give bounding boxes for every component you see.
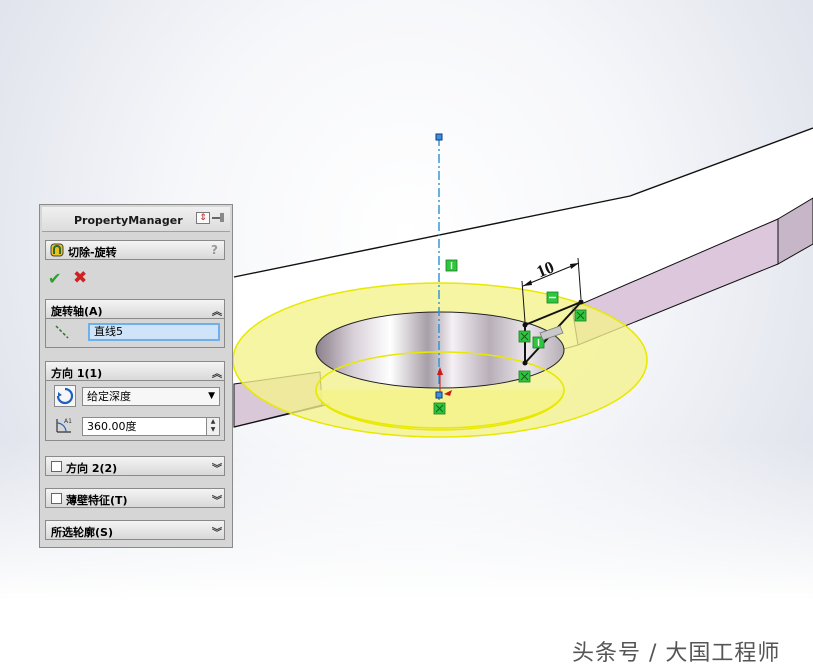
reverse-direction-button[interactable] [54, 385, 76, 407]
svg-text:A1: A1 [64, 418, 72, 425]
expand-icon[interactable]: ︾ [212, 460, 222, 475]
collapse-icon[interactable]: ︽ [212, 365, 222, 380]
end-condition-value: 给定深度 [87, 390, 131, 403]
ok-button[interactable]: ✔ [48, 269, 61, 288]
property-manager-header: PropertyManager ⇕ [42, 207, 230, 232]
thin-feature-section-header[interactable]: 薄壁特征(T) ︾ [45, 488, 225, 508]
expand-icon[interactable]: ︾ [212, 492, 222, 507]
relation-coincident-icon[interactable] [574, 309, 587, 322]
dropdown-arrow-icon: ▼ [208, 391, 215, 401]
angle-icon: A1 [56, 418, 72, 433]
direction2-section-header[interactable]: 方向 2(2) ︾ [45, 456, 225, 476]
end-condition-select[interactable]: 给定深度 ▼ [82, 387, 220, 406]
direction1-section-header[interactable]: 方向 1(1) ︽ [45, 361, 225, 381]
property-manager-panel[interactable]: PropertyManager ⇕ 切除-旋转 ? ✔ ✖ 旋转轴(A) ︽ 直… [39, 204, 233, 548]
watermark-text: 头条号 / 大国工程师 [572, 641, 781, 666]
angle-input[interactable]: 360.00度 [82, 417, 207, 436]
relation-vertical-icon[interactable] [445, 259, 458, 272]
axis-selection-field[interactable]: 直线5 [88, 323, 220, 341]
axis-endpoint-bottom[interactable] [435, 391, 443, 399]
cancel-button[interactable]: ✖ [73, 268, 87, 288]
direction1-group: 方向 1(1) ︽ 给定深度 ▼ A1 360.00度 ▲ ▼ [45, 361, 225, 441]
thin-feature-label: 薄壁特征(T) [66, 494, 128, 507]
axis-line-icon [55, 325, 69, 339]
direction2-label: 方向 2(2) [66, 462, 118, 475]
sketch-point[interactable] [522, 360, 528, 366]
angle-spinner[interactable]: ▲ ▼ [206, 417, 220, 436]
direction1-label: 方向 1(1) [51, 367, 103, 380]
relation-horizontal-icon[interactable] [546, 291, 559, 304]
axis-section-label: 旋转轴(A) [51, 305, 103, 318]
selected-contours-section-header[interactable]: 所选轮廓(S) ︾ [45, 520, 225, 540]
expand-icon[interactable]: ︾ [212, 524, 222, 539]
property-manager-title: PropertyManager [74, 214, 183, 227]
collapse-icon[interactable]: ︽ [212, 303, 222, 318]
thin-feature-checkbox[interactable] [51, 493, 62, 504]
relation-coincident-icon[interactable] [518, 330, 531, 343]
selected-contours-label: 所选轮廓(S) [51, 526, 113, 539]
sketch-point[interactable] [522, 322, 528, 328]
sketch-point[interactable] [578, 299, 584, 305]
relation-coincident-icon[interactable] [433, 402, 446, 415]
expand-collapse-icon[interactable]: ⇕ [196, 212, 210, 224]
direction2-checkbox[interactable] [51, 461, 62, 472]
revolve-cut-icon [50, 243, 64, 257]
reverse-direction-icon [56, 387, 74, 405]
help-icon[interactable]: ? [211, 243, 218, 257]
axis-endpoint-top[interactable] [435, 133, 443, 141]
feature-title-bar: 切除-旋转 ? [45, 240, 225, 260]
pin-icon[interactable] [212, 212, 226, 224]
feature-title: 切除-旋转 [68, 246, 117, 259]
relation-coincident-icon[interactable] [518, 370, 531, 383]
axis-of-revolution-group: 旋转轴(A) ︽ 直线5 [45, 299, 225, 348]
axis-section-header[interactable]: 旋转轴(A) ︽ [45, 299, 225, 319]
